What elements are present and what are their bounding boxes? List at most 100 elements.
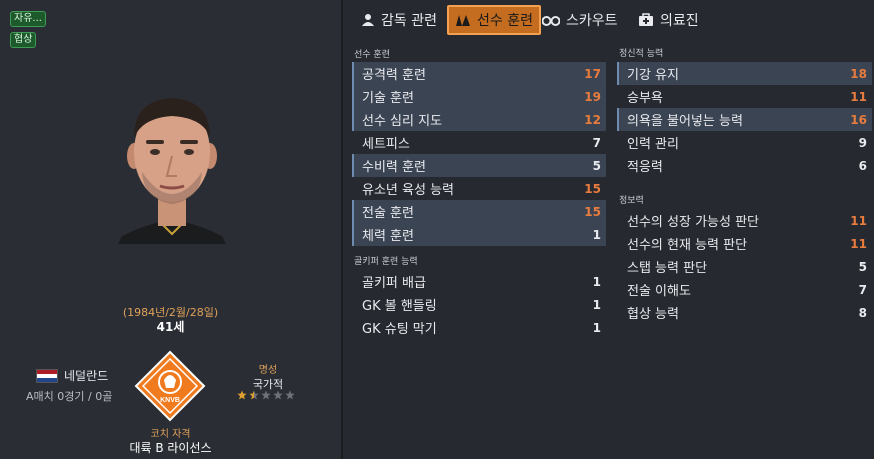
attribute-row[interactable]: 선수의 성장 가능성 판단 11 bbox=[617, 209, 872, 232]
attribute-label: GK 볼 핸들링 bbox=[362, 299, 437, 314]
section-title-goalkeeping: 골키퍼 훈련 능력 bbox=[354, 257, 418, 267]
attribute-label: 세트피스 bbox=[362, 137, 410, 152]
staff-profile-panel: 자유... 협상 (1984년/2월/28일) 41세 네덜란드 A매치 0경기… bbox=[0, 0, 341, 459]
star-icon bbox=[285, 390, 295, 400]
contract-tag[interactable]: 자유... bbox=[10, 11, 46, 27]
star-icon bbox=[237, 390, 247, 400]
nationality-label: 네덜란드 bbox=[64, 369, 109, 383]
tab-training[interactable]: 선수 훈련 bbox=[447, 5, 541, 35]
attribute-label: 선수 심리 지도 bbox=[362, 114, 443, 129]
section-title-mental: 정신적 능력 bbox=[619, 49, 664, 59]
section-title-training: 선수 훈련 bbox=[354, 50, 390, 60]
attribute-label: 기강 유지 bbox=[627, 68, 679, 83]
attribute-value: 7 bbox=[592, 135, 601, 150]
attribute-row[interactable]: GK 볼 핸들링 1 bbox=[352, 293, 606, 316]
attribute-label: 협상 능력 bbox=[627, 307, 679, 322]
attribute-value: 5 bbox=[592, 158, 601, 173]
attribute-label: 선수의 성장 가능성 판단 bbox=[627, 215, 759, 230]
attribute-label: 기술 훈련 bbox=[362, 91, 414, 106]
attribute-label: 전술 이해도 bbox=[627, 284, 691, 299]
attribute-label: 전술 훈련 bbox=[362, 206, 414, 221]
attribute-value: 5 bbox=[858, 259, 867, 274]
international-caps: A매치 0경기 / 0골 bbox=[26, 390, 113, 403]
attribute-row[interactable]: 승부욕 11 bbox=[617, 85, 872, 108]
medkit-icon bbox=[639, 13, 653, 26]
attribute-row[interactable]: 인력 관리 9 bbox=[617, 131, 872, 154]
attribute-row[interactable]: 전술 훈련 15 bbox=[352, 200, 606, 223]
nationality[interactable]: 네덜란드 bbox=[36, 367, 108, 384]
attribute-row[interactable]: GK 슈팅 막기 1 bbox=[352, 316, 606, 339]
attribute-label: 체력 훈련 bbox=[362, 229, 414, 244]
attribute-row[interactable]: 전술 이해도 7 bbox=[617, 278, 872, 301]
attribute-value: 6 bbox=[858, 158, 867, 173]
attribute-label: 인력 관리 bbox=[627, 137, 679, 152]
people-icon bbox=[362, 14, 374, 26]
attribute-row[interactable]: 선수 심리 지도 12 bbox=[352, 108, 606, 131]
attribute-value: 12 bbox=[584, 112, 601, 127]
attribute-value: 11 bbox=[850, 89, 867, 104]
attribute-value: 16 bbox=[850, 112, 867, 127]
attribute-value: 17 bbox=[584, 66, 601, 81]
star-icon bbox=[261, 390, 271, 400]
attribute-row[interactable]: 스탭 능력 판단 5 bbox=[617, 255, 872, 278]
attribute-label: 골키퍼 배급 bbox=[362, 276, 426, 291]
tab-training-label: 선수 훈련 bbox=[477, 13, 533, 29]
age: 41세 bbox=[156, 320, 185, 334]
attribute-value: 18 bbox=[850, 66, 867, 81]
attribute-label: 스탭 능력 판단 bbox=[627, 261, 708, 276]
attribute-row[interactable]: 유소년 육성 능력 15 bbox=[352, 177, 606, 200]
tab-coaching-label: 감독 관련 bbox=[381, 13, 437, 29]
attribute-row[interactable]: 협상 능력 8 bbox=[617, 301, 872, 324]
attribute-value: 7 bbox=[858, 282, 867, 297]
attribute-label: 승부욕 bbox=[627, 91, 663, 106]
attribute-row[interactable]: 기강 유지 18 bbox=[617, 62, 872, 85]
negotiate-tag[interactable]: 협상 bbox=[10, 32, 37, 48]
panel-divider bbox=[341, 0, 343, 459]
attribute-value: 8 bbox=[858, 305, 867, 320]
attribute-label: 의욕을 불어넣는 능력 bbox=[627, 114, 743, 129]
training-attribute-list: 공격력 훈련 17 기술 훈련 19 선수 심리 지도 12 세트피스 7 수비력 훈련 5 유소년… bbox=[352, 62, 606, 246]
attribute-row[interactable]: 공격력 훈련 17 bbox=[352, 62, 606, 85]
attribute-row[interactable]: 수비력 훈련 5 bbox=[352, 154, 606, 177]
staff-portrait bbox=[112, 76, 232, 244]
attribute-row[interactable]: 의욕을 불어넣는 능력 16 bbox=[617, 108, 872, 131]
star-icon bbox=[273, 390, 283, 400]
tab-medical-label: 의료진 bbox=[660, 13, 699, 29]
tab-medical[interactable]: 의료진 bbox=[634, 5, 703, 35]
star-icon bbox=[249, 390, 259, 400]
attribute-label: 수비력 훈련 bbox=[362, 160, 426, 175]
attribute-row[interactable]: 세트피스 7 bbox=[352, 131, 606, 154]
attribute-label: GK 슈팅 막기 bbox=[362, 322, 437, 337]
attribute-row[interactable]: 기술 훈련 19 bbox=[352, 85, 606, 108]
staff-tabs: 감독 관련 선수 훈련 스카우트 의료진 bbox=[343, 0, 874, 40]
attribute-value: 11 bbox=[850, 236, 867, 251]
tab-scouting[interactable]: 스카우트 bbox=[538, 5, 622, 35]
attribute-row[interactable]: 적응력 6 bbox=[617, 154, 872, 177]
attribute-label: 유소년 육성 능력 bbox=[362, 183, 454, 198]
attribute-label: 적응력 bbox=[627, 160, 663, 175]
attribute-row[interactable]: 체력 훈련 1 bbox=[352, 223, 606, 246]
reputation-label: 명성 bbox=[258, 365, 278, 376]
tab-coaching[interactable]: 감독 관련 bbox=[357, 5, 441, 35]
reputation-stars bbox=[237, 390, 295, 400]
coaching-badge-value: 대륙 B 라이선스 bbox=[129, 441, 212, 455]
knowledge-attribute-list: 선수의 성장 가능성 판단 11 선수의 현재 능력 판단 11 스탭 능력 판단 5 전술… bbox=[617, 209, 872, 324]
attribute-row[interactable]: 선수의 현재 능력 판단 11 bbox=[617, 232, 872, 255]
goalkeeping-attribute-list: 골키퍼 배급 1 GK 볼 핸들링 1 GK 슈팅 막기 1 bbox=[352, 270, 606, 339]
mental-attribute-list: 기강 유지 18 승부욕 11 의욕을 불어넣는 능력 16 인력 관리 9 적응력 6 bbox=[617, 62, 872, 177]
attribute-value: 9 bbox=[858, 135, 867, 150]
attribute-row[interactable]: 골키퍼 배급 1 bbox=[352, 270, 606, 293]
attribute-value: 1 bbox=[592, 227, 601, 242]
attribute-value: 1 bbox=[592, 320, 601, 335]
coaching-badge-label: 코치 자격 bbox=[150, 429, 191, 440]
badge-text: KNVB bbox=[160, 397, 180, 404]
tab-scouting-label: 스카우트 bbox=[566, 13, 618, 29]
attribute-value: 11 bbox=[850, 213, 867, 228]
cones-icon bbox=[456, 15, 470, 26]
section-title-knowledge: 정보력 bbox=[619, 196, 644, 206]
attribute-value: 19 bbox=[584, 89, 601, 104]
attribute-label: 공격력 훈련 bbox=[362, 68, 426, 83]
attribute-label: 선수의 현재 능력 판단 bbox=[627, 238, 748, 253]
binoculars-icon bbox=[542, 16, 560, 26]
federation-badge-icon: KNVB bbox=[134, 350, 206, 422]
